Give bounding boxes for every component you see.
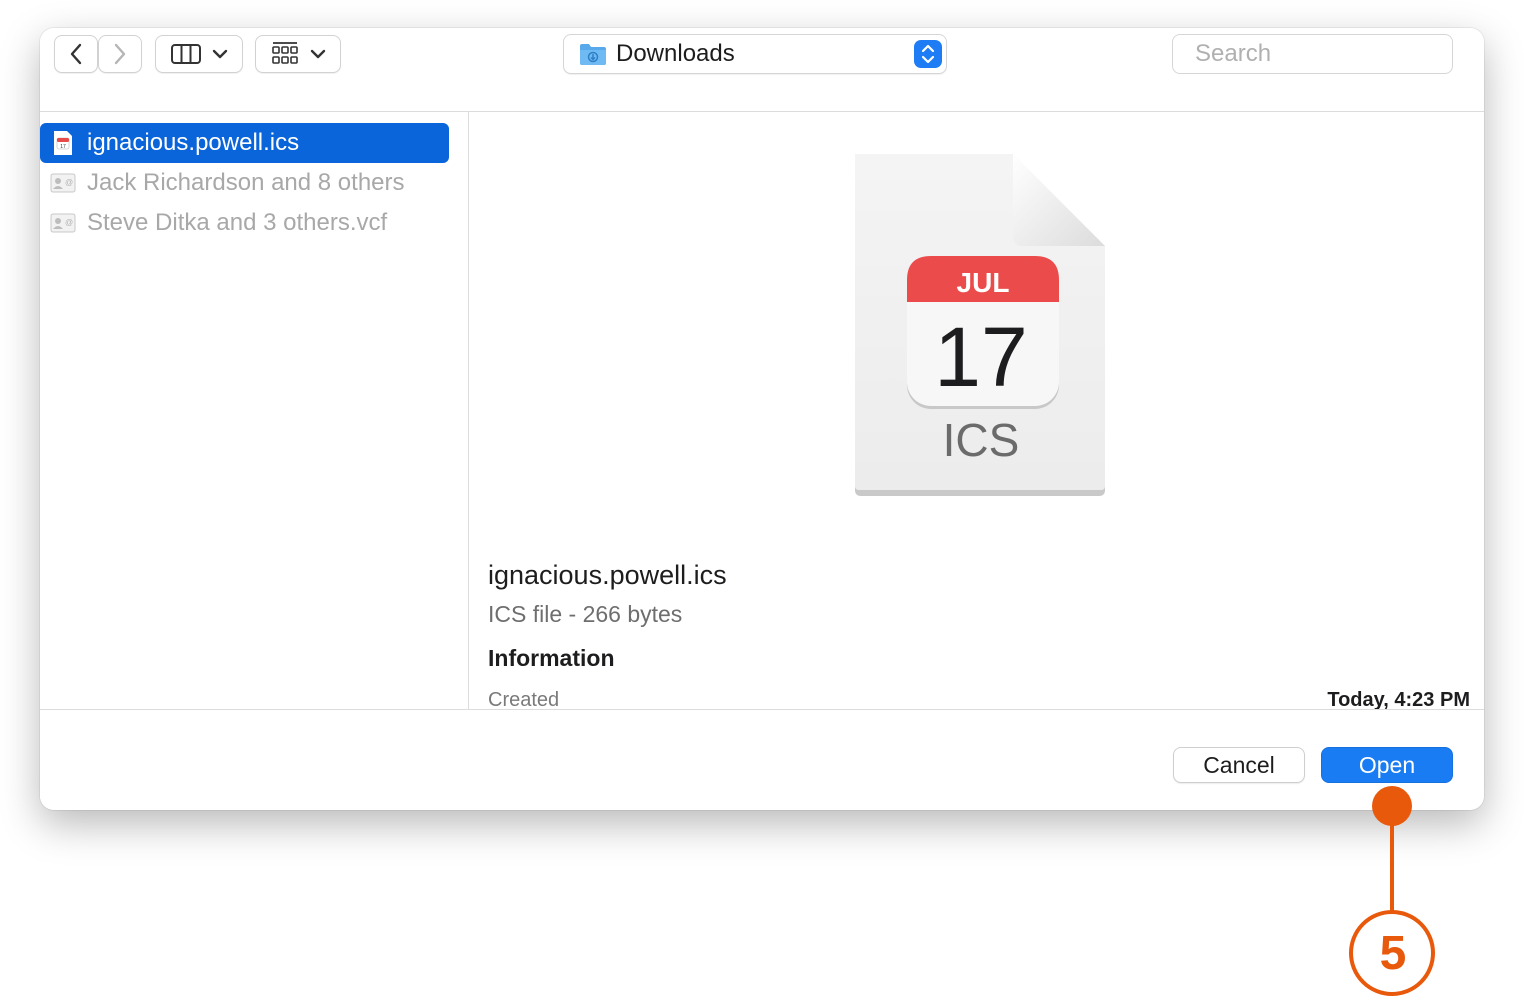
callout-dot — [1372, 786, 1412, 826]
step-number-badge: 5 — [1379, 926, 1407, 980]
step-callout — [1349, 786, 1435, 996]
